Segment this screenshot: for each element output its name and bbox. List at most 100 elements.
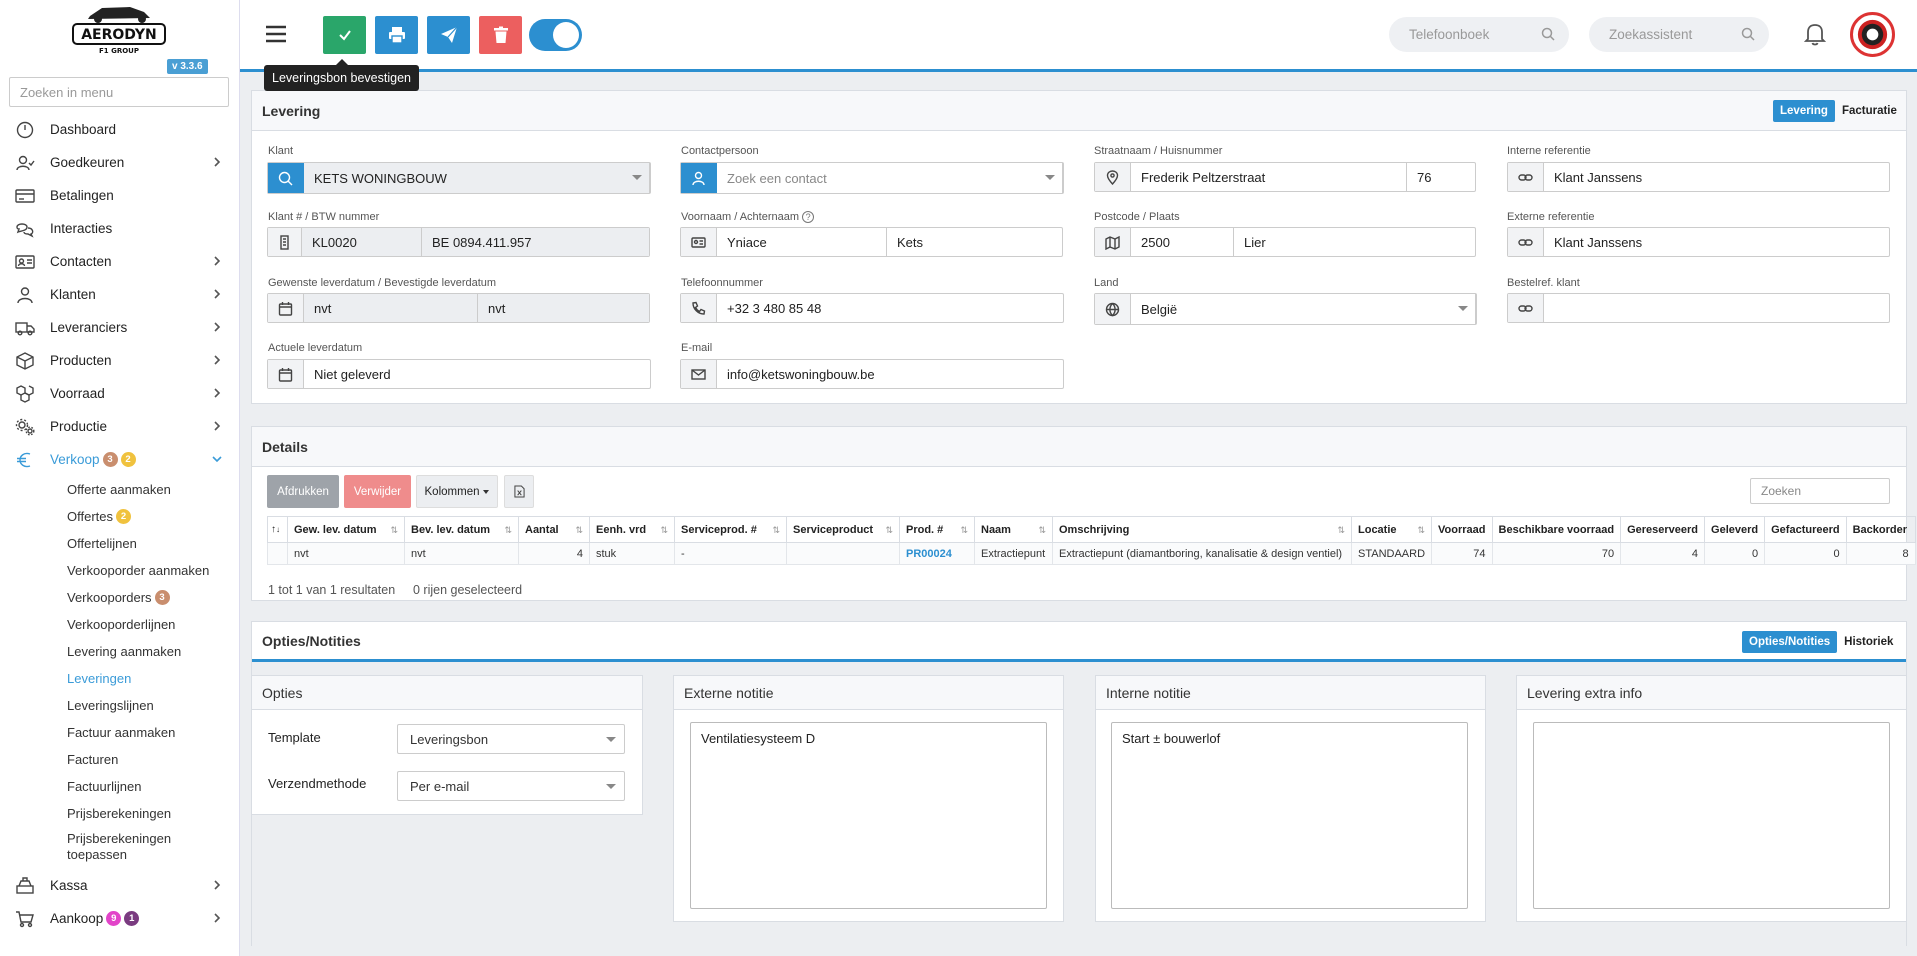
delete-button[interactable]	[479, 16, 522, 54]
sub-item-verkooporderlijnen[interactable]: Verkooporderlijnen	[0, 611, 240, 638]
tab-levering[interactable]: Levering	[1773, 100, 1835, 122]
tab-opties-notities[interactable]: Opties/Notities	[1742, 631, 1838, 653]
column-header[interactable]: Locatie ⇅	[1350, 516, 1433, 543]
sub-item-verkooporders[interactable]: Verkooporders 3	[0, 584, 240, 611]
sidebar-item-verkoop[interactable]: Verkoop 3 2	[0, 443, 240, 476]
assistant-search-input[interactable]: Zoekassistent	[1589, 17, 1769, 52]
sub-item-levering-aanmaken[interactable]: Levering aanmaken	[0, 638, 240, 665]
toggle-switch[interactable]	[529, 19, 582, 51]
gewenste-leverdatum-input[interactable]: nvt	[304, 294, 478, 322]
straat-label: Straatnaam / Huisnummer	[1094, 145, 1223, 157]
avatar[interactable]	[1850, 12, 1895, 57]
bell-icon[interactable]	[1804, 22, 1826, 46]
sidebar-item-klanten[interactable]: Klanten	[0, 278, 240, 311]
sidebar-item-betalingen[interactable]: Betalingen	[0, 179, 240, 212]
tel-input[interactable]: +32 3 480 85 48	[717, 294, 1063, 322]
column-header[interactable]: Prod. # ⇅	[899, 516, 975, 543]
contact-person-button[interactable]	[681, 163, 717, 193]
column-header[interactable]: Serviceproduct ⇅	[786, 516, 900, 543]
sidebar-item-voorraad[interactable]: Voorraad	[0, 377, 240, 410]
intref-input[interactable]: Klant Janssens	[1544, 163, 1889, 191]
achternaam-input[interactable]: Kets	[887, 228, 1062, 256]
columns-dropdown[interactable]: Kolommen	[416, 475, 498, 508]
sidebar-item-goedkeuren[interactable]: Goedkeuren	[0, 146, 240, 179]
sub-item-verkooporder-aanmaken[interactable]: Verkooporder aanmaken	[0, 557, 240, 584]
sidebar-item-leveranciers[interactable]: Leveranciers	[0, 311, 240, 344]
email-input[interactable]: info@ketswoningbouw.be	[717, 360, 1063, 388]
product-link[interactable]: PR00024	[906, 548, 952, 560]
huisnummer-input[interactable]: 76	[1407, 163, 1475, 191]
verzendmethode-select[interactable]: Per e-mail	[397, 771, 625, 801]
sub-item-offertelijnen[interactable]: Offertelijnen	[0, 530, 240, 557]
tab-facturatie[interactable]: Facturatie	[1835, 100, 1904, 122]
column-header[interactable]: Serviceprod. # ⇅	[674, 516, 787, 543]
column-header[interactable]: Naam ⇅	[974, 516, 1053, 543]
sub-item-offertes[interactable]: Offertes 2	[0, 503, 240, 530]
help-icon[interactable]: ?	[802, 211, 815, 223]
voornaam-input[interactable]: Yniace	[717, 228, 887, 256]
extref-input[interactable]: Klant Janssens	[1544, 228, 1889, 256]
column-header[interactable]: Bev. lev. datum ⇅	[404, 516, 519, 543]
column-header-label: Serviceproduct	[793, 523, 874, 536]
dashboard-icon	[14, 121, 36, 139]
plaats-input[interactable]: Lier	[1234, 228, 1475, 256]
sidebar-item-dashboard[interactable]: Dashboard	[0, 113, 240, 146]
levering-extra-info-textarea[interactable]	[1533, 722, 1890, 909]
sub-item-factuur-aanmaken[interactable]: Factuur aanmaken	[0, 719, 240, 746]
tab-historiek[interactable]: Historiek	[1837, 631, 1900, 653]
template-select[interactable]: Leveringsbon	[397, 724, 625, 754]
sub-item-factuurlijnen[interactable]: Factuurlijnen	[0, 773, 240, 800]
sidebar-item-contacten[interactable]: Contacten	[0, 245, 240, 278]
row-select-cell[interactable]	[267, 542, 288, 565]
table-row[interactable]: nvt nvt 4 stuk - PR00024 Extractiepunt E…	[267, 542, 1916, 565]
land-select[interactable]: België	[1094, 293, 1477, 325]
phonebook-search-input[interactable]: Telefoonboek	[1389, 17, 1569, 52]
export-excel-button[interactable]	[504, 475, 534, 508]
search-button[interactable]	[268, 163, 304, 193]
sub-item-offerte-aanmaken[interactable]: Offerte aanmaken	[0, 476, 240, 503]
bestelref-input[interactable]	[1544, 294, 1889, 322]
details-search-input[interactable]: Zoeken	[1750, 478, 1890, 504]
print-button[interactable]	[375, 16, 418, 54]
column-header[interactable]: Eenh. vrd ⇅	[589, 516, 675, 543]
sub-item-leveringslijnen[interactable]: Leveringslijnen	[0, 692, 240, 719]
sub-item-prijsberekeningen[interactable]: Prijsberekeningen	[0, 800, 240, 827]
send-button[interactable]	[427, 16, 470, 54]
actuele-leverdatum-input[interactable]: Niet geleverd	[304, 360, 650, 388]
sub-item-facturen[interactable]: Facturen	[0, 746, 240, 773]
externe-notitie-textarea[interactable]: Ventilatiesysteem D	[690, 722, 1047, 909]
straat-input[interactable]: Frederik Peltzerstraat	[1131, 163, 1407, 191]
sidebar-item-producten[interactable]: Producten	[0, 344, 240, 377]
sort-all-header[interactable]: ↑↓	[267, 516, 288, 543]
column-header[interactable]: Gew. lev. datum ⇅	[287, 516, 405, 543]
confirm-button[interactable]	[323, 16, 366, 54]
contact-select[interactable]: Zoek een contact	[680, 162, 1064, 194]
sidebar-item-kassa[interactable]: Kassa	[0, 869, 240, 902]
sidebar-item-interacties[interactable]: Interacties	[0, 212, 240, 245]
interne-notitie-textarea[interactable]: Start ± bouwerlof	[1111, 722, 1468, 909]
column-header[interactable]: Beschikbare voorraad	[1491, 516, 1622, 543]
bevestigde-leverdatum-input[interactable]: nvt	[478, 294, 649, 322]
column-header[interactable]: Geleverd	[1704, 516, 1766, 543]
badge-count: 1	[124, 911, 140, 926]
table-cell: nvt	[287, 542, 405, 565]
sub-item-prijsberekeningen-toepassen[interactable]: Prijsberekeningen toepassen	[0, 827, 240, 867]
menu-search-input[interactable]	[9, 77, 229, 107]
column-header[interactable]: Gefactureerd	[1764, 516, 1847, 543]
print-rows-button[interactable]: Afdrukken	[267, 475, 339, 508]
sub-item-leveringen[interactable]: Leveringen	[0, 665, 240, 692]
card-title: Externe notitie	[684, 684, 774, 701]
chevron-down-icon	[212, 453, 222, 465]
hamburger-menu-icon[interactable]	[265, 25, 287, 43]
sidebar-item-productie[interactable]: Productie	[0, 410, 240, 443]
delete-rows-button[interactable]: Verwijder	[344, 475, 411, 508]
column-header[interactable]: Aantal ⇅	[518, 516, 590, 543]
company-logo[interactable]: AERODYN F1 GROUP	[72, 2, 166, 56]
column-header[interactable]: Voorraad	[1431, 516, 1493, 543]
sidebar-item-aankoop[interactable]: Aankoop 9 1	[0, 902, 240, 935]
klant-select[interactable]: KETS WONINGBOUW	[267, 162, 651, 194]
column-header[interactable]: Backorder	[1845, 516, 1916, 543]
postcode-input[interactable]: 2500	[1131, 228, 1234, 256]
column-header[interactable]: Gereserveerd	[1620, 516, 1706, 543]
column-header[interactable]: Omschrijving ⇅	[1052, 516, 1352, 543]
